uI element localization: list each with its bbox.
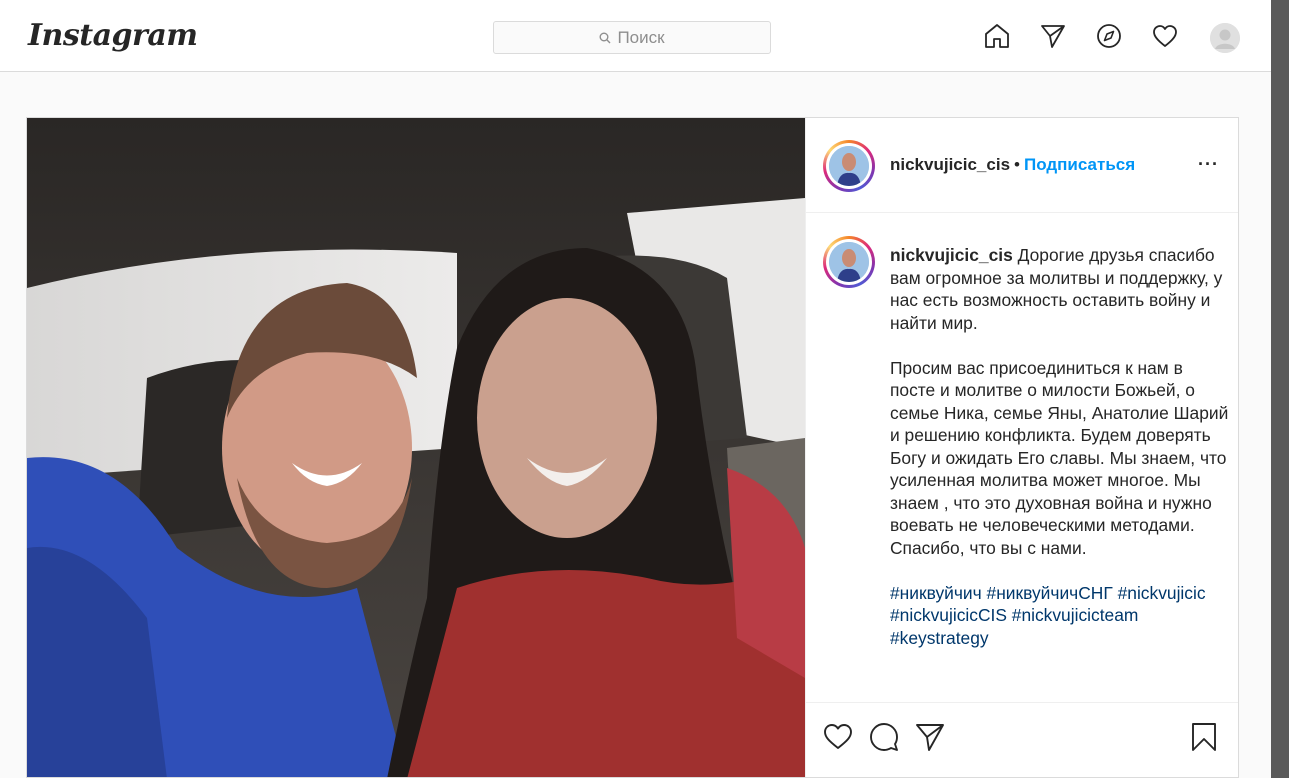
follow-button[interactable]: Подписаться (1024, 155, 1135, 174)
post-sidebar: nickvujicic_cis • Подписаться ··· nickvuji… (805, 118, 1238, 777)
caption-section: nickvujicic_cis Дорогие друзья спасибо в… (806, 212, 1238, 702)
instagram-logo[interactable]: Instagram (28, 18, 198, 53)
post-header: nickvujicic_cis • Подписаться ··· (806, 118, 1238, 213)
caption-author-avatar[interactable] (823, 236, 875, 288)
search-icon (599, 32, 611, 43)
caption-username[interactable]: nickvujicic_cis (890, 245, 1013, 265)
post-actions-bar (806, 702, 1238, 777)
caption-hashtags[interactable]: #никвуйчич #никвуйчичСНГ #nickvujicic #n… (890, 582, 1230, 650)
share-icon[interactable] (914, 721, 946, 753)
profile-avatar[interactable] (1210, 23, 1240, 53)
home-icon[interactable] (983, 22, 1011, 50)
comment-icon[interactable] (868, 721, 900, 753)
scrollbar[interactable] (1271, 0, 1289, 778)
direct-icon[interactable] (1039, 22, 1067, 50)
post-card: nickvujicic_cis • Подписаться ··· nickvuji… (26, 117, 1239, 778)
author-username[interactable]: nickvujicic_cis (890, 155, 1010, 174)
author-avatar[interactable] (823, 140, 875, 192)
search-input[interactable]: Поиск (493, 21, 771, 54)
separator-dot: • (1014, 155, 1020, 174)
activity-heart-icon[interactable] (1151, 22, 1179, 50)
like-icon[interactable] (822, 721, 854, 753)
caption-text: nickvujicic_cis Дорогие друзья спасибо в… (890, 244, 1230, 672)
top-navbar: Instagram Поиск (0, 0, 1271, 72)
post-photo[interactable] (27, 118, 805, 777)
search-placeholder: Поиск (617, 27, 665, 47)
more-options-icon[interactable]: ··· (1198, 154, 1219, 175)
explore-icon[interactable] (1095, 22, 1123, 50)
save-icon[interactable] (1188, 721, 1220, 753)
caption-paragraph-2: Просим вас присоединиться к нам в посте … (890, 357, 1229, 558)
